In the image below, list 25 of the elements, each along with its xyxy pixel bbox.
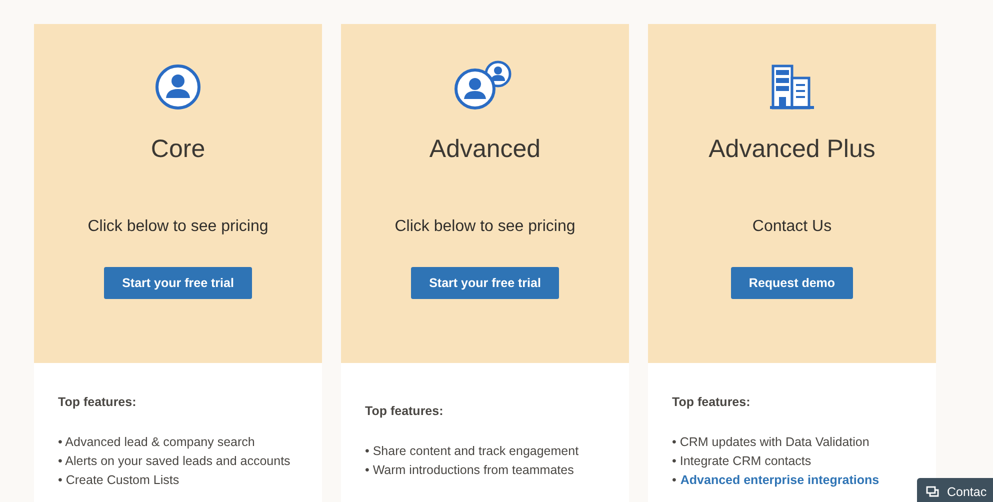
plan-description: Click below to see pricing — [88, 217, 268, 237]
bullet: • — [672, 472, 676, 489]
feature-link[interactable]: Advanced enterprise integrations — [680, 471, 880, 490]
plan-name: Advanced — [429, 134, 541, 164]
plan-name: Core — [150, 134, 206, 164]
cta-button[interactable]: Request demo — [730, 267, 854, 299]
plan-name: Advanced Plus — [708, 134, 876, 164]
plan-description: Contact Us — [752, 217, 832, 237]
plan-description: Click below to see pricing — [394, 217, 576, 237]
features-heading: Top features: — [672, 395, 752, 409]
feature-item: • Advanced lead & company search — [58, 434, 256, 451]
feature-item: • Alerts on your saved leads and accounts — [58, 453, 292, 470]
building-icon — [769, 64, 815, 110]
feature-item: • Warm introductions from teammates — [365, 462, 575, 479]
feature-item: • Integrate CRM contacts — [672, 453, 812, 470]
features-heading: Top features: — [365, 404, 444, 418]
feature-item: • CRM updates with Data Validation — [672, 434, 870, 451]
person-icon — [155, 64, 201, 110]
contact-tab[interactable]: Contac — [917, 478, 993, 502]
cta-button[interactable]: Start your free trial — [411, 267, 559, 299]
feature-item: • Create Custom Lists — [58, 472, 180, 489]
feature-item: • Share content and track engagement — [365, 443, 580, 460]
chat-icon — [926, 486, 940, 498]
cta-button[interactable]: Start your free trial — [104, 267, 252, 299]
features-heading: Top features: — [58, 395, 138, 409]
